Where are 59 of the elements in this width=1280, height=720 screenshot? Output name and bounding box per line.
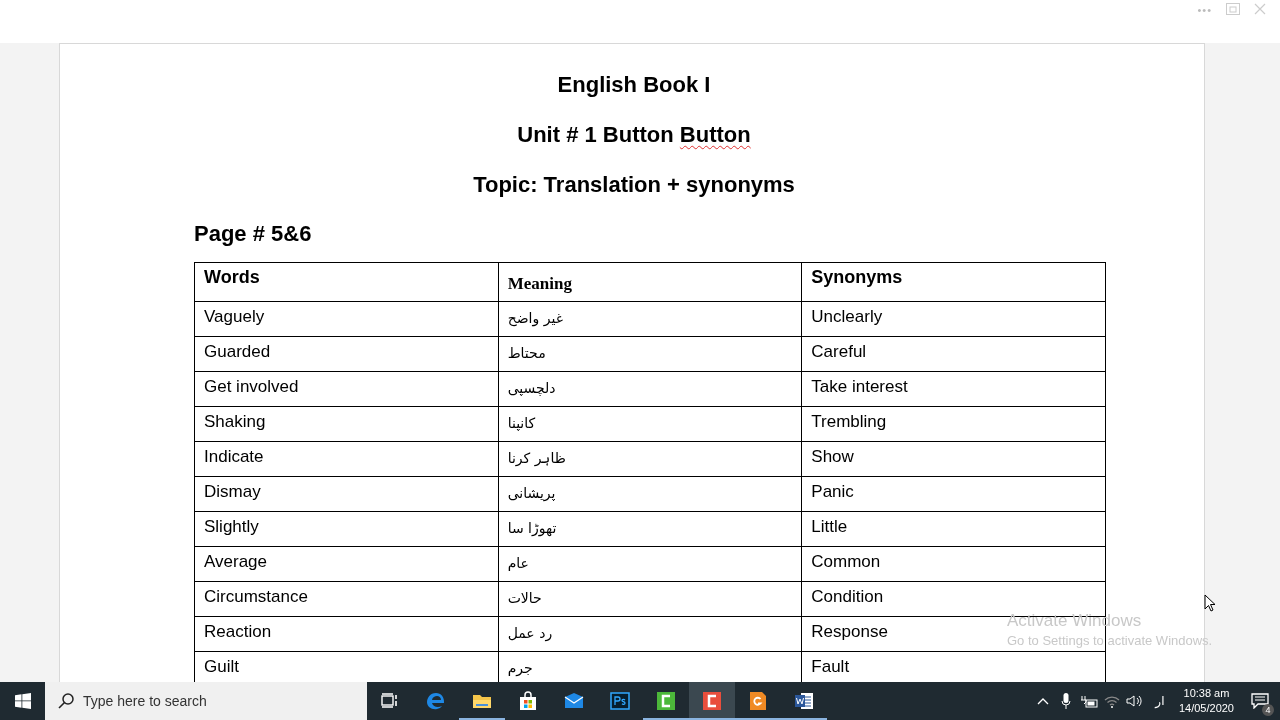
action-center-button[interactable]: 4 — [1240, 682, 1280, 720]
table-cell: Circumstance — [194, 581, 499, 617]
misspelled-word: Button — [679, 122, 751, 147]
document-app-icon — [747, 690, 769, 712]
table-cell: Panic — [801, 476, 1106, 512]
column-header: Meaning — [498, 262, 802, 302]
table-cell: دلچسپی — [498, 371, 802, 407]
page-number-heading: Page # 5&6 — [194, 220, 312, 248]
word-app-icon — [793, 690, 815, 712]
task-view-icon — [381, 693, 399, 709]
speaker-icon[interactable] — [1126, 694, 1145, 708]
column-header: Synonyms — [801, 262, 1106, 302]
battery-plug-icon[interactable] — [1080, 694, 1099, 708]
table-cell: عام — [498, 546, 802, 582]
browser-icon — [425, 690, 447, 712]
table-cell: Trembling — [801, 406, 1106, 442]
table-cell: Vaguely — [194, 301, 499, 337]
table-cell: Get involved — [194, 371, 499, 407]
windows-logo-icon — [14, 693, 31, 709]
table-cell: Show — [801, 441, 1106, 477]
wifi-icon[interactable] — [1104, 694, 1121, 708]
notification-count: 4 — [1262, 704, 1274, 716]
clock-time[interactable]: 10:38 am — [1178, 686, 1234, 701]
document-title: English Book I — [556, 71, 712, 99]
table-cell: Take interest — [801, 371, 1106, 407]
microphone-icon[interactable] — [1061, 693, 1072, 709]
topic-heading: Topic: Translation + synonyms — [472, 171, 796, 199]
table-cell: ظاہر کرنا — [498, 441, 802, 477]
search-field[interactable]: Type here to search — [45, 682, 367, 720]
ps-app-icon — [609, 690, 631, 712]
chat-bubble-icon — [1251, 693, 1269, 709]
shopping-bag-icon — [517, 690, 539, 712]
table-cell: Guarded — [194, 336, 499, 372]
column-header: Words — [194, 262, 499, 302]
table-cell: Reaction — [194, 616, 499, 652]
table-cell: Common — [801, 546, 1106, 582]
clock-date[interactable]: 14/05/2020 — [1178, 701, 1234, 716]
table-cell: غیر واضح — [498, 301, 802, 337]
table-cell: Average — [194, 546, 499, 582]
show-hidden-icons-icon[interactable] — [1037, 696, 1050, 706]
table-cell: محتاط — [498, 336, 802, 372]
table-cell: رد عمل — [498, 616, 802, 652]
table-cell: کانپنا — [498, 406, 802, 442]
table-cell: Little — [801, 511, 1106, 547]
search-icon — [57, 692, 75, 710]
c-app-icon — [701, 690, 723, 712]
table-cell: تھوڑا سا — [498, 511, 802, 547]
table-cell: Shaking — [194, 406, 499, 442]
taskbar-app-button[interactable] — [689, 682, 735, 720]
input-language-indicator[interactable]: ار — [1146, 682, 1173, 720]
table-cell: Unclearly — [801, 301, 1106, 337]
table-cell: Dismay — [194, 476, 499, 512]
table-cell: حالات — [498, 581, 802, 617]
table-cell: Indicate — [194, 441, 499, 477]
table-cell: Careful — [801, 336, 1106, 372]
unit-heading: Unit # 1 Button — [517, 122, 675, 147]
table-cell: Slightly — [194, 511, 499, 547]
table-cell: پریشانی — [498, 476, 802, 512]
c-app-icon — [655, 690, 677, 712]
